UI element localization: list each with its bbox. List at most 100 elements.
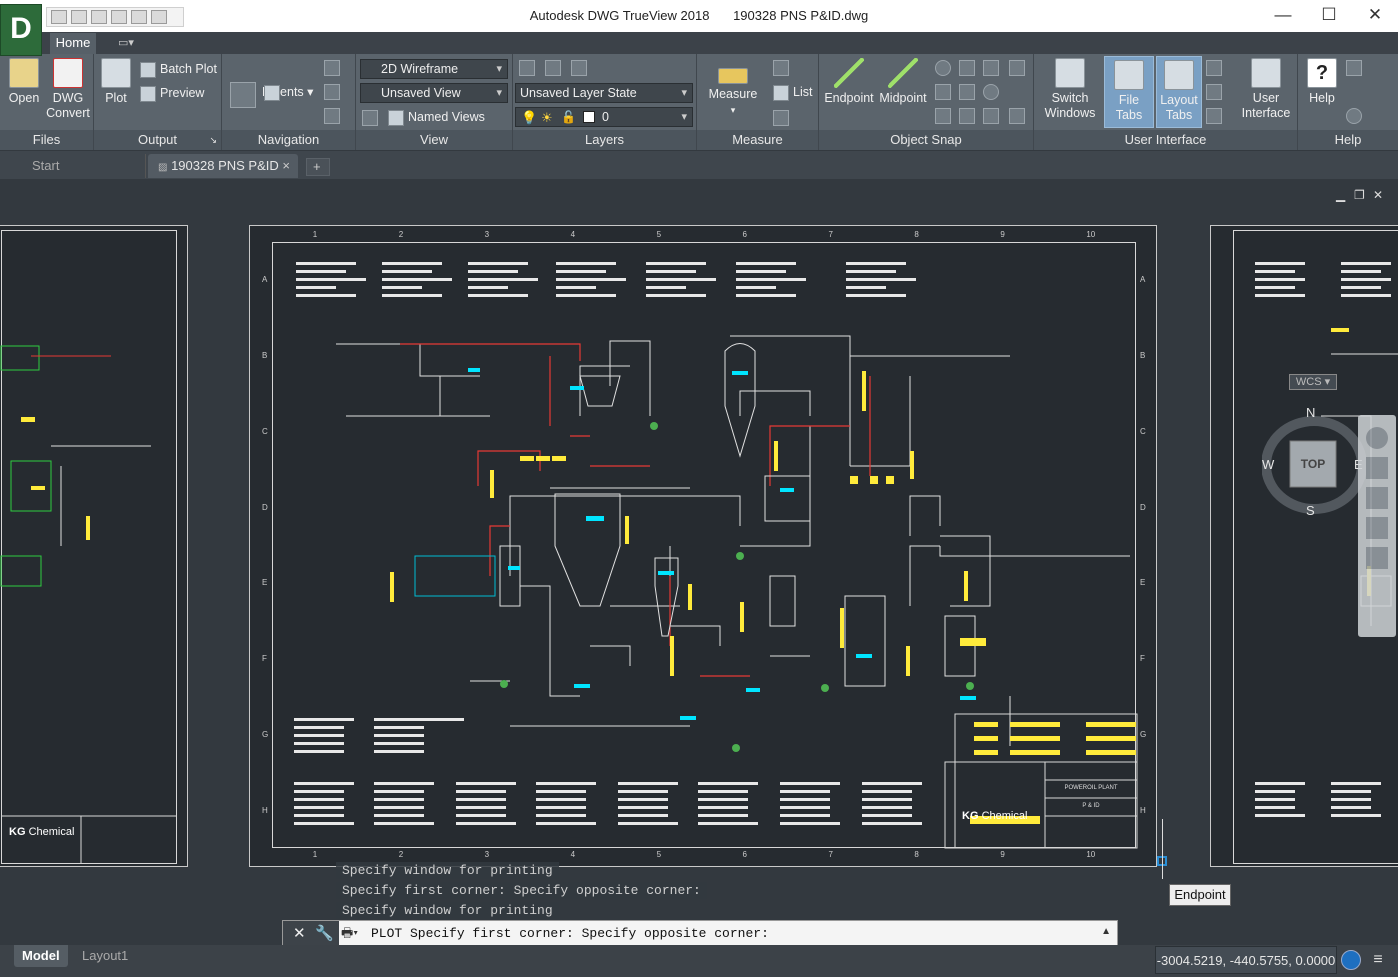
title-bar: Autodesk DWG TrueView 2018 190328 PNS P&… xyxy=(0,0,1398,32)
pan-icon[interactable] xyxy=(1366,457,1388,479)
new-tab-button[interactable]: + xyxy=(306,158,330,176)
tab-home[interactable]: Home xyxy=(50,33,96,54)
viewport-restore-icon[interactable]: ❐ xyxy=(1354,188,1365,202)
left-sheet-logo: KG Chemical xyxy=(9,826,74,838)
layout1-tab[interactable]: Layout1 xyxy=(74,945,136,967)
list-button[interactable]: List xyxy=(771,82,812,102)
view-state-dropdown[interactable]: Unsaved View xyxy=(360,83,508,103)
ribbon-options-icon[interactable]: ▭▾ xyxy=(118,37,146,50)
file-tabs-button[interactable]: File Tabs xyxy=(1104,56,1154,128)
layer-isolate-icon[interactable] xyxy=(571,60,587,76)
left-logo-text: Chemical xyxy=(28,826,75,838)
switch-windows-button[interactable]: Switch Windows xyxy=(1040,58,1100,121)
endpoint-label: Endpoint xyxy=(824,91,874,105)
update-status-icon[interactable] xyxy=(1341,950,1361,970)
showmotion-icon[interactable] xyxy=(324,108,340,124)
status-menu-icon[interactable]: ≡ xyxy=(1368,950,1388,970)
tile-vertical-icon[interactable] xyxy=(1206,84,1222,100)
dialog-launcher-icon[interactable]: ↘ xyxy=(209,130,217,150)
measure-button[interactable]: Measure ▾ xyxy=(705,58,761,118)
pan-hand-icon[interactable] xyxy=(324,60,340,76)
node-snap-icon[interactable] xyxy=(935,84,951,100)
midpoint-snap-button[interactable]: Midpoint xyxy=(877,58,929,106)
compass-north[interactable]: N xyxy=(1306,405,1315,420)
snap-settings-icon[interactable] xyxy=(1009,60,1025,76)
quadrant-snap-icon[interactable] xyxy=(959,84,975,100)
maximize-button[interactable]: ☐ xyxy=(1306,0,1352,32)
recent-commands-icon[interactable]: 🖶▾ xyxy=(341,924,358,946)
intersection-snap-icon[interactable] xyxy=(959,60,975,76)
panel-title-user-interface: User Interface xyxy=(1034,130,1297,150)
left-sheet: KG Chemical xyxy=(0,225,188,867)
nearest-snap-icon[interactable] xyxy=(983,108,999,124)
minimize-button[interactable]: — xyxy=(1260,0,1306,32)
layer-lock-icon[interactable]: 🔓 xyxy=(561,110,576,124)
id-point-icon[interactable] xyxy=(773,60,789,76)
layer-state-dropdown[interactable]: Unsaved Layer State xyxy=(515,83,693,103)
close-command-line-icon[interactable]: ✕ xyxy=(293,924,306,942)
view-manager-icon[interactable] xyxy=(362,110,378,126)
orbit-nav-icon[interactable] xyxy=(1366,517,1388,539)
compass-south[interactable]: S xyxy=(1306,503,1315,518)
compass-west[interactable]: W xyxy=(1262,457,1274,472)
showmotion-nav-icon[interactable] xyxy=(1366,547,1388,569)
user-interface-button[interactable]: User Interface xyxy=(1238,58,1294,121)
visual-style-dropdown[interactable]: 2D Wireframe xyxy=(360,59,508,79)
snap-toggle-icon[interactable] xyxy=(1009,108,1025,124)
dwg-convert-button[interactable]: DWG Convert xyxy=(46,58,90,121)
command-line[interactable]: ✕ 🔧 🖶▾ PLOT Specify first corner: Specif… xyxy=(282,920,1118,946)
steering-wheel-icon[interactable] xyxy=(1366,427,1388,449)
perpendicular-snap-icon[interactable] xyxy=(935,108,951,124)
close-button[interactable]: ✕ xyxy=(1352,0,1398,32)
viewport-minimize-icon[interactable]: ▁ xyxy=(1336,188,1345,202)
parallel-snap-icon[interactable] xyxy=(959,108,975,124)
model-tab[interactable]: Model xyxy=(14,945,68,967)
customize-wrench-icon[interactable]: 🔧 xyxy=(315,924,334,942)
extents-button[interactable]: Extents ▾ xyxy=(262,82,313,102)
orbit-icon[interactable] xyxy=(324,84,340,100)
open-label: Open xyxy=(8,91,40,105)
view-cube[interactable]: N S W E TOP xyxy=(1262,405,1366,521)
viewport-close-icon[interactable]: ✕ xyxy=(1373,188,1383,202)
ribbon: Open DWG Convert Files Plot Batch Plot P… xyxy=(0,54,1398,150)
layer-on-icon[interactable]: 💡 xyxy=(521,110,537,126)
drawing-tab[interactable]: ▨ 190328 PNS P&ID × xyxy=(148,154,298,178)
navigation-bar[interactable] xyxy=(1358,415,1396,637)
layer-freeze-icon[interactable] xyxy=(545,60,561,76)
tangent-snap-icon[interactable] xyxy=(983,84,999,100)
cascade-icon[interactable] xyxy=(1206,108,1222,124)
center-snap-icon[interactable] xyxy=(935,60,951,76)
open-button[interactable]: Open xyxy=(6,58,42,106)
layer-color-swatch[interactable] xyxy=(583,111,595,123)
layer-properties-icon[interactable] xyxy=(519,60,535,76)
zoom-icon[interactable] xyxy=(1366,487,1388,509)
endpoint-snap-button[interactable]: Endpoint xyxy=(823,58,875,106)
command-history-arrow-icon[interactable]: ▲ xyxy=(1101,926,1111,937)
batch-plot-button[interactable]: Batch Plot xyxy=(138,59,217,79)
layout-tabs-button[interactable]: Layout Tabs xyxy=(1156,56,1202,128)
view-cube-top-face[interactable]: TOP xyxy=(1290,457,1336,471)
tile-horizontal-icon[interactable] xyxy=(1206,60,1222,76)
panel-title-files: Files xyxy=(0,130,93,150)
plot-button[interactable]: Plot xyxy=(98,58,134,106)
main-sheet[interactable]: 1 2 3 4 5 6 7 8 9 10 1 2 3 4 5 6 7 8 9 10 ABCDEFGH ABCDEFG… xyxy=(249,225,1157,867)
close-tab-icon[interactable]: × xyxy=(282,154,290,178)
layer-thaw-icon[interactable]: ☀ xyxy=(541,110,553,126)
command-history-line-3: Specify window for printing xyxy=(336,902,559,919)
learning-icon[interactable] xyxy=(1346,60,1362,76)
application-menu-button[interactable]: D xyxy=(0,4,42,56)
info-icon[interactable] xyxy=(1346,108,1362,124)
start-tab[interactable]: Start xyxy=(22,154,146,178)
drawing-canvas[interactable]: ▁ ❐ ✕ KG Chemical 1 2 3 4 5 6 7 8 9 10 1234567891… xyxy=(0,179,1398,941)
plot-label: Plot xyxy=(105,91,127,105)
measure-angle-icon[interactable] xyxy=(773,110,789,126)
preview-button[interactable]: Preview xyxy=(138,83,204,103)
panel-navigation: Extents ▾ Navigation xyxy=(222,54,356,150)
apparent-intersection-icon[interactable] xyxy=(983,60,999,76)
help-button[interactable]: ? Help xyxy=(1302,58,1342,106)
named-views-button[interactable]: Named Views xyxy=(386,107,485,127)
wcs-menu[interactable]: WCS ▾ xyxy=(1289,374,1337,390)
layout-tabs-icon xyxy=(1164,60,1194,90)
command-line-prompt[interactable]: PLOT Specify first corner: Specify oppos… xyxy=(371,926,769,941)
extents-zoom-icon[interactable] xyxy=(230,82,256,108)
